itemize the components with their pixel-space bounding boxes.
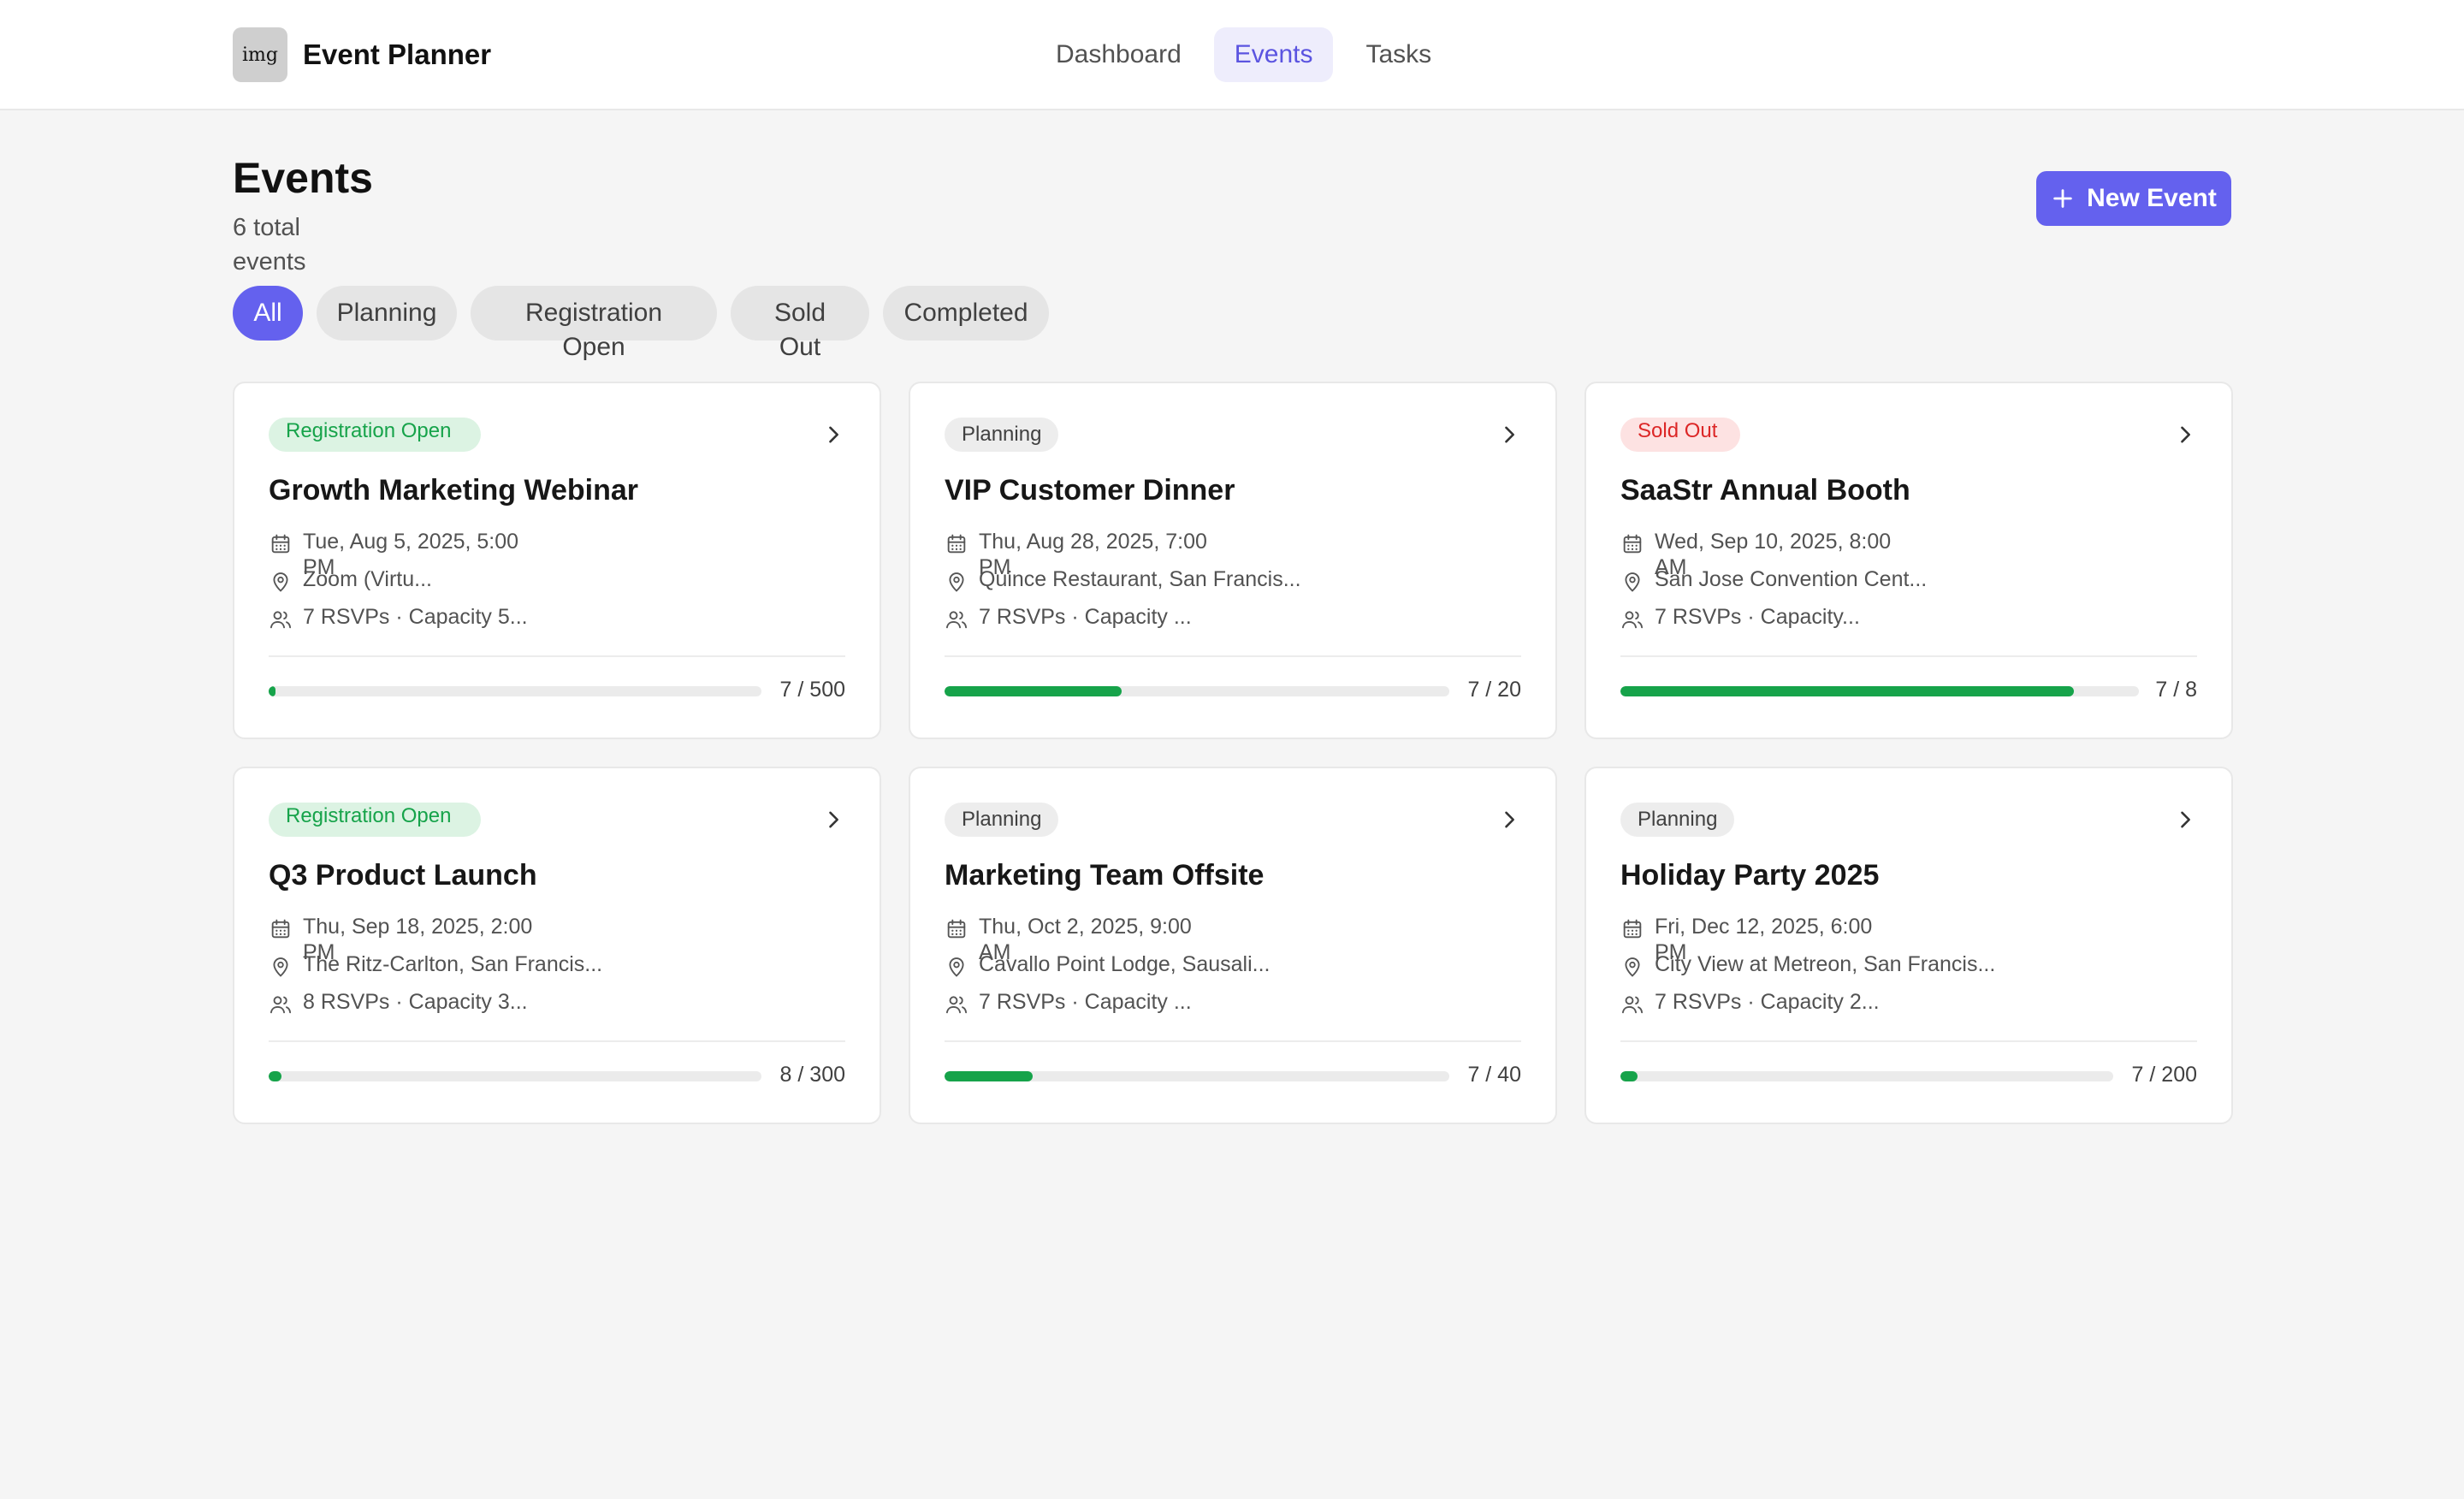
event-card[interactable]: Registration Open Q3 Product Launch Thu,… (233, 767, 881, 1124)
capacity-progress-fill (945, 1071, 1034, 1081)
status-badge: Registration Open (269, 803, 481, 837)
calendar-icon (271, 534, 290, 554)
event-card[interactable]: Sold Out SaaStr Annual Booth Wed, Sep 10… (1584, 382, 2233, 739)
capacity-progress-bar (945, 1071, 1449, 1081)
event-count: 6 total events (233, 214, 306, 276)
filter-sold-out[interactable]: Sold Out (731, 286, 869, 361)
event-card[interactable]: Planning VIP Customer Dinner Thu, Aug 28… (909, 382, 1557, 739)
event-rsvps: 7 RSVPs · Capacity 2... (1620, 989, 1880, 1016)
chevron-right-icon[interactable] (821, 808, 845, 832)
event-title[interactable]: Growth Marketing Webinar (269, 474, 638, 507)
status-badge: Registration Open (269, 418, 481, 452)
event-title[interactable]: VIP Customer Dinner (945, 474, 1235, 507)
nav-tasks[interactable]: Tasks (1345, 27, 1452, 82)
event-rsvps: 8 RSVPs · Capacity 3... (269, 989, 528, 1016)
app-title: Event Planner (303, 39, 492, 70)
event-card[interactable]: Registration Open Growth Marketing Webin… (233, 382, 881, 739)
event-rsvps: 7 RSVPs · Capacity... (1620, 604, 1860, 631)
capacity-progress-bar (1620, 1071, 2113, 1081)
chevron-right-icon[interactable] (2173, 423, 2197, 447)
capacity-progress-bar (269, 1071, 761, 1081)
users-icon (945, 996, 968, 1014)
page-title: Events (233, 154, 373, 202)
event-title[interactable]: Q3 Product Launch (269, 859, 537, 892)
card-divider (269, 1040, 845, 1042)
brand[interactable]: img Event Planner (233, 27, 491, 82)
capacity-count: 7 / 8 (2155, 678, 2197, 702)
page-header: Events 6 total events (233, 151, 373, 279)
chevron-right-icon[interactable] (2173, 808, 2197, 832)
map-pin-icon (949, 957, 964, 977)
status-badge: Sold Out (1620, 418, 1740, 452)
capacity-progress-fill (945, 686, 1122, 696)
event-location: Quince Restaurant, San Francis... (945, 566, 1301, 594)
event-location: San Jose Convention Cent... (1620, 566, 1927, 594)
users-icon (270, 996, 292, 1014)
event-card[interactable]: Planning Holiday Party 2025 Fri, Dec 12,… (1584, 767, 2233, 1124)
event-rsvps: 7 RSVPs · Capacity ... (945, 604, 1192, 631)
plus-icon (2053, 189, 2072, 208)
event-location: City View at Metreon, San Francis... (1620, 951, 1995, 979)
calendar-icon (1623, 919, 1642, 939)
users-icon (1621, 611, 1644, 629)
filter-registration-open[interactable]: Registration Open (471, 286, 717, 361)
capacity-progress-fill (269, 1071, 282, 1081)
event-location: The Ritz-Carlton, San Francis... (269, 951, 602, 979)
main-nav: Dashboard Events Tasks (1035, 27, 1452, 82)
filter-completed[interactable]: Completed (883, 286, 1049, 341)
event-rsvps: 7 RSVPs · Capacity ... (945, 989, 1192, 1016)
chevron-right-icon[interactable] (1497, 808, 1521, 832)
filter-planning[interactable]: Planning (317, 286, 457, 341)
event-card[interactable]: Planning Marketing Team Offsite Thu, Oct… (909, 767, 1557, 1124)
map-pin-icon (273, 572, 288, 592)
card-divider (1620, 655, 2197, 657)
chevron-right-icon[interactable] (821, 423, 845, 447)
capacity-progress-fill (1620, 1071, 1638, 1081)
capacity-count: 8 / 300 (779, 1063, 845, 1087)
event-title[interactable]: Marketing Team Offsite (945, 859, 1264, 892)
map-pin-icon (1625, 957, 1640, 977)
card-divider (269, 655, 845, 657)
capacity-progress-fill (1620, 686, 2075, 696)
capacity-count: 7 / 500 (779, 678, 845, 702)
filter-all[interactable]: All (233, 286, 303, 341)
event-title[interactable]: Holiday Party 2025 (1620, 859, 1879, 892)
top-navbar: img Event Planner Dashboard Events Tasks (0, 0, 2464, 110)
capacity-count: 7 / 20 (1467, 678, 1521, 702)
capacity-progress-fill (269, 686, 276, 696)
calendar-icon (1623, 534, 1642, 554)
card-divider (945, 1040, 1521, 1042)
card-divider (945, 655, 1521, 657)
map-pin-icon (949, 572, 964, 592)
event-location: Zoom (Virtu... (269, 566, 432, 594)
new-event-button[interactable]: New Event (2036, 171, 2231, 226)
capacity-count: 7 / 200 (2131, 1063, 2197, 1087)
users-icon (270, 611, 292, 629)
map-pin-icon (273, 957, 288, 977)
status-badge: Planning (945, 803, 1059, 837)
chevron-right-icon[interactable] (1497, 423, 1521, 447)
map-pin-icon (1625, 572, 1640, 592)
nav-dashboard[interactable]: Dashboard (1035, 27, 1202, 82)
calendar-icon (271, 919, 290, 939)
capacity-progress-bar (945, 686, 1449, 696)
status-badge: Planning (1620, 803, 1735, 837)
app-logo: img (233, 27, 287, 82)
capacity-progress-bar (1620, 686, 2139, 696)
users-icon (1621, 996, 1644, 1014)
new-event-label: New Event (2087, 184, 2217, 212)
status-badge: Planning (945, 418, 1059, 452)
capacity-progress-bar (269, 686, 761, 696)
calendar-icon (947, 919, 966, 939)
users-icon (945, 611, 968, 629)
event-location: Cavallo Point Lodge, Sausali... (945, 951, 1270, 979)
event-rsvps: 7 RSVPs · Capacity 5... (269, 604, 528, 631)
nav-events[interactable]: Events (1213, 27, 1334, 82)
event-title[interactable]: SaaStr Annual Booth (1620, 474, 1910, 507)
capacity-count: 7 / 40 (1467, 1063, 1521, 1087)
card-divider (1620, 1040, 2197, 1042)
calendar-icon (947, 534, 966, 554)
